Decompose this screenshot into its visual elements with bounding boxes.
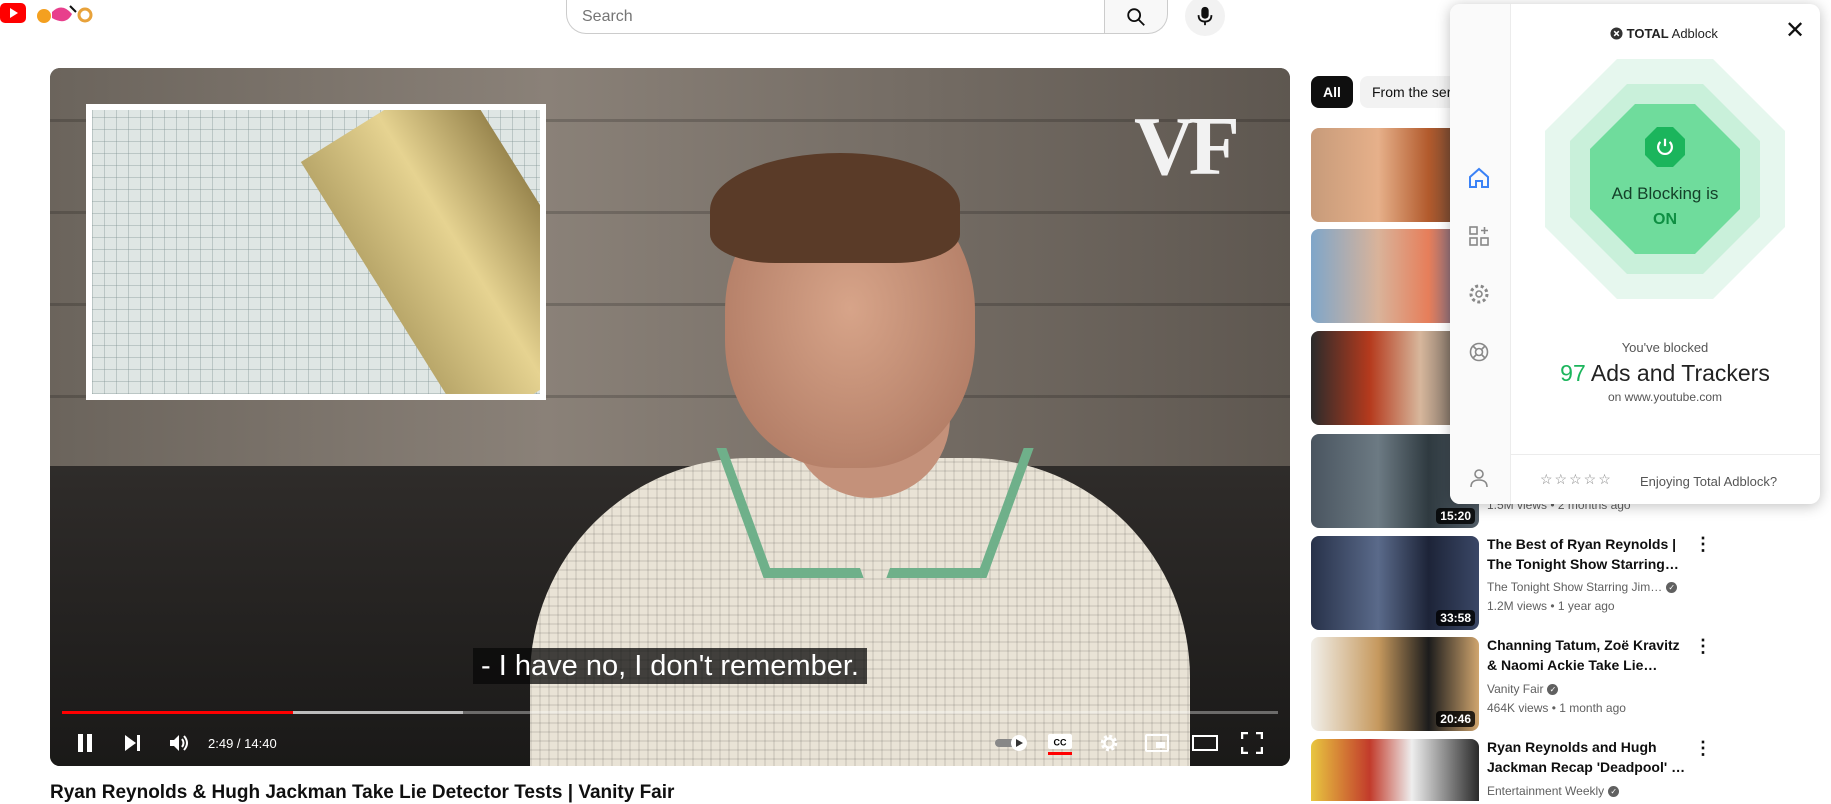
- power-icon: [1657, 138, 1673, 156]
- rating-footer: ☆☆☆☆☆ Enjoying Total Adblock?: [1510, 454, 1820, 504]
- duration-badge: 15:20: [1436, 508, 1475, 524]
- captions-icon: CC: [1048, 734, 1072, 755]
- search-input[interactable]: [580, 6, 1084, 28]
- search-icon: [1127, 7, 1145, 26]
- related-channel[interactable]: The Tonight Show Starring Jim… ✓: [1487, 580, 1678, 594]
- more-options-icon[interactable]: ⋮: [1694, 535, 1712, 553]
- settings-gear-icon: [1100, 734, 1118, 752]
- person-shirt: [530, 458, 1190, 766]
- adblock-logo-icon: [1610, 27, 1623, 40]
- voice-search-button[interactable]: [1185, 0, 1225, 36]
- home-icon[interactable]: [1465, 164, 1493, 192]
- adblock-brand-rest: Adblock: [1671, 26, 1718, 41]
- related-channel[interactable]: Entertainment Weekly ✓: [1487, 784, 1620, 798]
- next-button[interactable]: [117, 728, 147, 758]
- adblock-sidebar: [1450, 4, 1511, 504]
- autoplay-toggle-icon: [995, 735, 1027, 751]
- related-channel-name: Vanity Fair: [1487, 682, 1544, 696]
- captions-button[interactable]: CC: [1043, 728, 1077, 758]
- blocked-count: 97: [1560, 360, 1586, 386]
- youtube-logo-icon[interactable]: [0, 3, 26, 23]
- pause-icon: [78, 734, 92, 752]
- settings-icon[interactable]: [1465, 280, 1493, 308]
- vanity-fair-watermark: VF: [1134, 100, 1240, 193]
- rating-stars-icon[interactable]: ☆☆☆☆☆: [1540, 471, 1613, 488]
- more-options-icon[interactable]: ⋮: [1694, 739, 1712, 757]
- time-display: 2:49 / 14:40: [208, 736, 277, 751]
- duration-badge: 20:46: [1436, 711, 1475, 727]
- theater-mode-icon: [1192, 735, 1218, 751]
- status-ring-inner: [1590, 104, 1740, 254]
- fullscreen-button[interactable]: [1237, 728, 1267, 758]
- pause-button[interactable]: [70, 728, 100, 758]
- related-channel[interactable]: Vanity Fair ✓: [1487, 682, 1559, 696]
- related-title[interactable]: Channing Tatum, Zoë Kravitz & Naomi Acki…: [1487, 635, 1692, 675]
- fullscreen-icon: [1241, 732, 1263, 754]
- next-icon: [125, 735, 140, 751]
- search-button[interactable]: [1104, 0, 1168, 34]
- support-icon[interactable]: [1465, 338, 1493, 366]
- verified-icon: ✓: [1547, 684, 1559, 696]
- related-thumbnail[interactable]: 20:46: [1311, 637, 1479, 731]
- duration-badge: 33:58: [1436, 610, 1475, 626]
- enjoying-prompt: Enjoying Total Adblock?: [1640, 474, 1778, 489]
- blocked-prefix: You've blocked: [1621, 340, 1709, 355]
- blocked-site: on www.youtube.com: [1607, 390, 1723, 404]
- adblock-brand-strong: TOTAL: [1626, 26, 1669, 41]
- related-channel-name: Entertainment Weekly: [1487, 784, 1605, 798]
- close-icon[interactable]: ✕: [1784, 19, 1806, 43]
- adblock-popup: TOTAL Adblock ✕ Ad Blocking is ON You've…: [1450, 4, 1820, 504]
- related-title[interactable]: Ryan Reynolds and Hugh Jackman Recap 'De…: [1487, 737, 1692, 777]
- microphone-icon: [1197, 6, 1213, 26]
- related-thumbnail[interactable]: [1311, 739, 1479, 801]
- person-hair: [710, 153, 960, 263]
- verified-icon: ✓: [1666, 582, 1678, 594]
- ad-blocking-state: ON: [1653, 211, 1677, 228]
- chip-all[interactable]: All: [1311, 76, 1353, 108]
- caption-text: - I have no, I don't remember.: [473, 648, 867, 684]
- related-meta: 464K views • 1 month ago: [1487, 701, 1626, 715]
- account-icon[interactable]: [1465, 464, 1493, 492]
- adblock-brand: TOTAL Adblock: [1610, 26, 1718, 41]
- blocked-summary: 97 Ads and Trackers: [1510, 360, 1820, 387]
- power-toggle[interactable]: [1645, 127, 1685, 167]
- related-channel-name: The Tonight Show Starring Jim…: [1487, 580, 1663, 594]
- theater-mode-button[interactable]: [1190, 728, 1220, 758]
- chip-from-series[interactable]: From the ser: [1360, 76, 1460, 108]
- related-meta: 1.2M views • 1 year ago: [1487, 599, 1615, 613]
- miniplayer-button[interactable]: [1142, 728, 1172, 758]
- polygraph-inset: [86, 104, 546, 400]
- video-player[interactable]: VF - I have no, I don't remember. 2:49 /…: [50, 68, 1290, 766]
- ad-blocking-label: Ad Blocking is: [1611, 184, 1719, 203]
- related-title[interactable]: The Best of Ryan Reynolds | The Tonight …: [1487, 534, 1692, 574]
- caption-line: - I have no, I don't remember.: [50, 648, 1290, 684]
- more-options-icon[interactable]: ⋮: [1694, 637, 1712, 655]
- apps-icon[interactable]: [1465, 222, 1493, 250]
- blocked-suffix: Ads and Trackers: [1590, 360, 1770, 386]
- verified-icon: ✓: [1608, 786, 1620, 798]
- progress-played[interactable]: [62, 711, 294, 714]
- miniplayer-icon: [1145, 734, 1169, 752]
- settings-button[interactable]: [1094, 728, 1124, 758]
- volume-icon: [170, 735, 188, 751]
- related-thumbnail[interactable]: 33:58: [1311, 536, 1479, 630]
- svg-text:CC: CC: [1054, 738, 1067, 748]
- doodle-icon[interactable]: [30, 2, 102, 26]
- autoplay-toggle[interactable]: [992, 728, 1032, 758]
- mute-button[interactable]: [164, 728, 194, 758]
